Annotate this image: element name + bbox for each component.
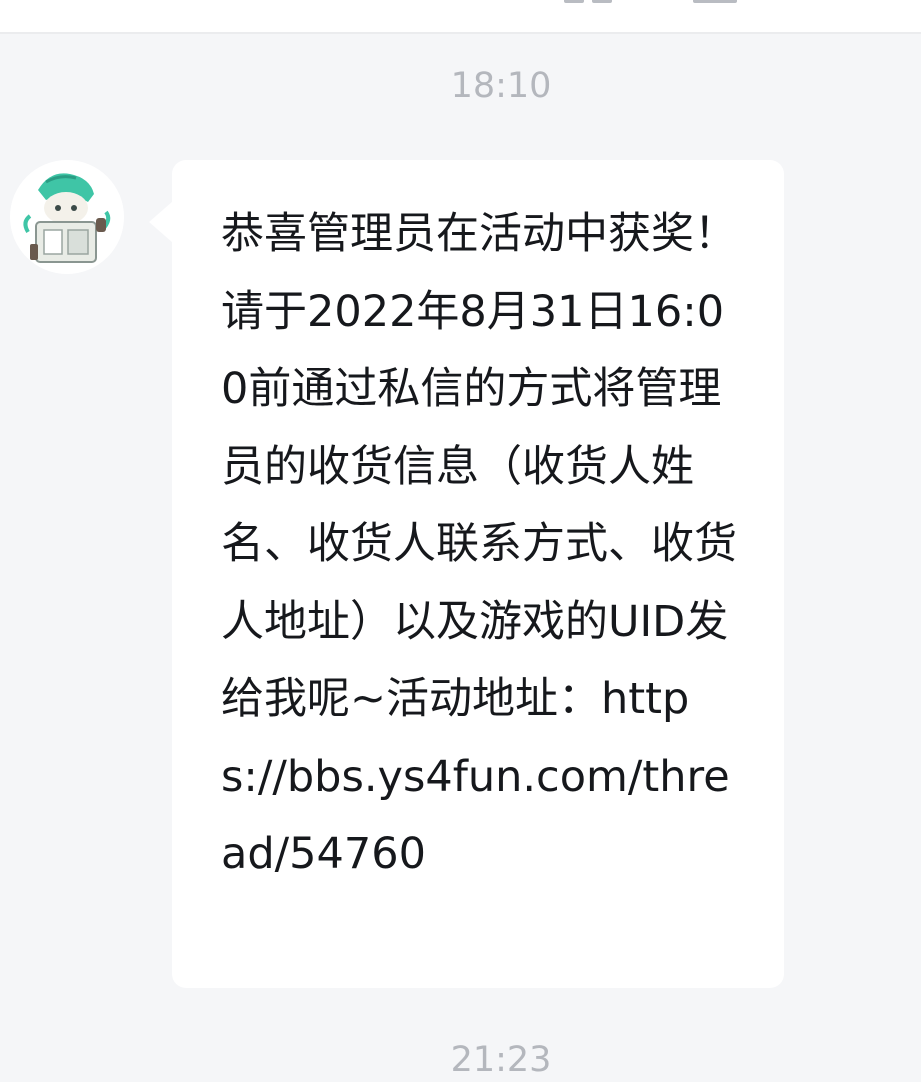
timestamp: 21:23 [450,1040,552,1080]
message-text: 恭喜管理员在活动中获奖！请于2022年8月31日16:00前通过私信的方式将管理… [221,209,737,879]
list-icon[interactable] [693,0,737,3]
avatar[interactable] [10,160,124,274]
bubble-tail [149,201,173,243]
timestamp: 18:10 [450,66,552,106]
window-icon[interactable] [562,0,616,4]
top-bar [0,0,921,34]
anime-character-avatar-icon [10,160,124,274]
message-bubble[interactable]: 恭喜管理员在活动中获奖！请于2022年8月31日16:00前通过私信的方式将管理… [149,160,784,988]
